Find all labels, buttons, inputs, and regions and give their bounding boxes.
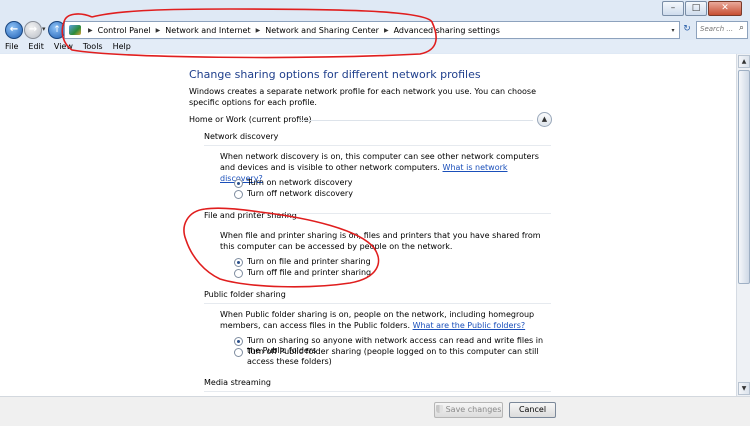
breadcrumb-separator-icon[interactable]: ▶: [256, 27, 261, 34]
breadcrumb-network-and-internet[interactable]: Network and Internet: [165, 26, 250, 35]
radio-turn-on-file-printer-sharing[interactable]: Turn on file and printer sharing: [234, 257, 371, 267]
close-icon: ✕: [721, 3, 729, 13]
breadcrumb-advanced-sharing-settings[interactable]: Advanced sharing settings: [394, 26, 500, 35]
radio-turn-off-network-discovery[interactable]: Turn off network discovery: [234, 189, 353, 199]
forward-arrow-icon: →: [28, 24, 38, 35]
uac-shield-icon: [435, 405, 443, 413]
cancel-button[interactable]: Cancel: [509, 402, 556, 418]
menu-view[interactable]: View: [49, 42, 78, 51]
address-dropdown-icon[interactable]: ▾: [667, 27, 679, 34]
save-changes-button[interactable]: Save changes: [434, 402, 503, 418]
file-printer-sharing-description: When file and printer sharing is on, fil…: [220, 231, 541, 251]
refresh-icon[interactable]: ↻: [680, 21, 694, 37]
radio-turn-on-network-discovery[interactable]: Turn on network discovery: [234, 178, 352, 188]
back-button[interactable]: ←: [5, 21, 23, 39]
profile-header[interactable]: Home or Work (current profile): [189, 115, 312, 124]
section-title-file-and-printer-sharing: File and printer sharing: [204, 211, 297, 220]
minimize-button[interactable]: –: [662, 1, 684, 16]
footer-bar: Save changes Cancel: [0, 396, 750, 426]
scroll-up-icon[interactable]: ▲: [738, 55, 750, 68]
section-divider: [204, 303, 551, 304]
breadcrumb-control-panel[interactable]: Control Panel: [98, 26, 151, 35]
menu-edit[interactable]: Edit: [23, 42, 49, 51]
radio-label: Turn off Public folder sharing (people l…: [247, 347, 539, 366]
address-bar[interactable]: ▶ Control Panel ▶ Network and Internet ▶…: [64, 21, 680, 39]
breadcrumb-separator-icon[interactable]: ▶: [384, 27, 389, 34]
collapse-chevron-up-icon[interactable]: ▲: [537, 112, 552, 127]
scroll-thumb[interactable]: [738, 70, 750, 284]
maximize-button[interactable]: □: [685, 1, 707, 16]
breadcrumb-separator-icon[interactable]: ▶: [88, 27, 93, 34]
menu-file[interactable]: File: [0, 42, 23, 51]
search-icon[interactable]: ⌕: [739, 23, 744, 33]
radio-turn-off-public-sharing[interactable]: Turn off Public folder sharing (people l…: [234, 347, 544, 367]
radio-label: Turn on file and printer sharing: [247, 257, 371, 266]
recent-pages-dropdown-icon[interactable]: ▾: [42, 25, 46, 33]
radio-label: Turn off file and printer sharing: [247, 268, 372, 277]
breadcrumb-separator-icon[interactable]: ▶: [156, 27, 161, 34]
profile-divider: [299, 120, 533, 121]
maximize-icon: □: [691, 3, 701, 13]
what-are-public-folders-link[interactable]: What are the Public folders?: [413, 321, 526, 330]
menu-tools[interactable]: Tools: [78, 42, 108, 51]
scroll-down-icon[interactable]: ▼: [738, 382, 750, 395]
radio-selected-icon[interactable]: [234, 337, 243, 346]
up-arrow-icon: ↑: [53, 25, 61, 35]
radio-selected-icon[interactable]: [234, 179, 243, 188]
search-input[interactable]: [697, 22, 734, 36]
forward-button[interactable]: →: [24, 21, 42, 39]
radio-selected-icon[interactable]: [234, 258, 243, 267]
window-controls: – □ ✕: [662, 1, 742, 16]
control-panel-icon: [69, 25, 81, 35]
public-folder-description: When Public folder sharing is on, people…: [220, 309, 550, 331]
radio-unselected-icon[interactable]: [234, 190, 243, 199]
radio-label: Turn on network discovery: [247, 178, 353, 187]
breadcrumb-network-and-sharing-center[interactable]: Network and Sharing Center: [265, 26, 379, 35]
section-title-public-folder-sharing: Public folder sharing: [204, 290, 286, 299]
radio-unselected-icon[interactable]: [234, 269, 243, 278]
save-changes-label: Save changes: [445, 405, 502, 414]
radio-turn-off-file-printer-sharing[interactable]: Turn off file and printer sharing: [234, 268, 371, 278]
section-title-network-discovery: Network discovery: [204, 132, 279, 141]
page-intro: Windows creates a separate network profi…: [189, 87, 537, 107]
content-pane: Change sharing options for different net…: [0, 54, 736, 396]
radio-unselected-icon[interactable]: [234, 348, 243, 357]
minimize-icon: –: [670, 3, 676, 13]
back-arrow-icon: ←: [9, 24, 19, 35]
vertical-scrollbar[interactable]: ▲ ▼: [736, 54, 750, 396]
section-divider: [204, 145, 551, 146]
close-button[interactable]: ✕: [708, 1, 742, 16]
page-title: Change sharing options for different net…: [189, 68, 481, 81]
menu-help[interactable]: Help: [108, 42, 136, 51]
search-box[interactable]: ⌕: [696, 21, 748, 39]
section-title-media-streaming: Media streaming: [204, 378, 271, 387]
section-divider: [204, 391, 551, 392]
section-divider: [292, 213, 551, 214]
radio-label: Turn off network discovery: [247, 189, 353, 198]
menu-bar: File Edit View Tools Help: [0, 40, 750, 53]
navigation-toolbar: ← → ▾ ↑ ▶ Control Panel ▶ Network and In…: [0, 16, 750, 40]
